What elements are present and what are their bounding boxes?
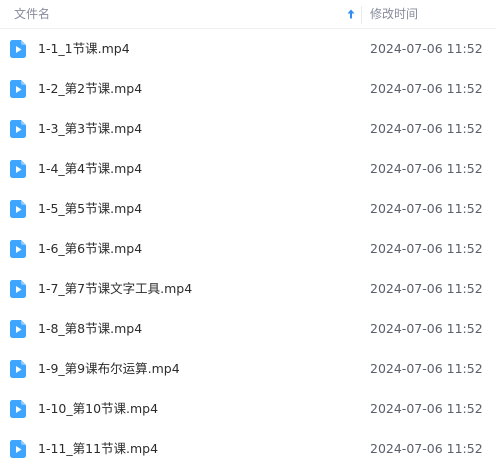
file-row[interactable]: 1-1_1节课.mp4 2024-07-06 11:52 [0, 29, 496, 69]
file-modified-time: 2024-07-06 11:52 [370, 361, 483, 376]
file-row[interactable]: 1-8_第8节课.mp4 2024-07-06 11:52 [0, 309, 496, 349]
file-modified-time: 2024-07-06 11:52 [370, 121, 483, 136]
file-list: 文件名 修改时间 1-1_1节课.mp4 2024-07-06 11:52 1-… [0, 0, 496, 468]
file-name[interactable]: 1-6_第6节课.mp4 [38, 229, 142, 269]
file-name[interactable]: 1-9_第9课布尔运算.mp4 [38, 349, 180, 389]
video-file-icon [10, 40, 27, 58]
file-row[interactable]: 1-6_第6节课.mp4 2024-07-06 11:52 [0, 229, 496, 269]
file-rows: 1-1_1节课.mp4 2024-07-06 11:52 1-2_第2节课.mp… [0, 29, 496, 468]
file-modified-time: 2024-07-06 11:52 [370, 241, 483, 256]
file-name[interactable]: 1-8_第8节课.mp4 [38, 309, 142, 349]
file-modified-time: 2024-07-06 11:52 [370, 41, 483, 56]
video-file-icon [10, 320, 27, 338]
file-name[interactable]: 1-4_第4节课.mp4 [38, 149, 142, 189]
file-row[interactable]: 1-9_第9课布尔运算.mp4 2024-07-06 11:52 [0, 349, 496, 389]
file-modified-time: 2024-07-06 11:52 [370, 401, 483, 416]
column-divider[interactable] [361, 6, 362, 24]
file-row[interactable]: 1-11_第11节课.mp4 2024-07-06 11:52 [0, 429, 496, 468]
column-header-name[interactable]: 文件名 [14, 0, 50, 29]
file-row[interactable]: 1-5_第5节课.mp4 2024-07-06 11:52 [0, 189, 496, 229]
list-header: 文件名 修改时间 [0, 0, 496, 29]
video-file-icon [10, 440, 27, 458]
arrow-up-icon[interactable] [345, 8, 357, 20]
video-file-icon [10, 360, 27, 378]
file-modified-time: 2024-07-06 11:52 [370, 321, 483, 336]
file-name[interactable]: 1-2_第2节课.mp4 [38, 69, 142, 109]
file-row[interactable]: 1-2_第2节课.mp4 2024-07-06 11:52 [0, 69, 496, 109]
file-name[interactable]: 1-11_第11节课.mp4 [38, 429, 158, 468]
file-name[interactable]: 1-3_第3节课.mp4 [38, 109, 142, 149]
file-modified-time: 2024-07-06 11:52 [370, 441, 483, 456]
video-file-icon [10, 280, 27, 298]
column-header-modified[interactable]: 修改时间 [370, 0, 418, 29]
video-file-icon [10, 400, 27, 418]
file-row[interactable]: 1-10_第10节课.mp4 2024-07-06 11:52 [0, 389, 496, 429]
file-row[interactable]: 1-3_第3节课.mp4 2024-07-06 11:52 [0, 109, 496, 149]
file-name[interactable]: 1-1_1节课.mp4 [38, 29, 130, 69]
file-name[interactable]: 1-10_第10节课.mp4 [38, 389, 158, 429]
video-file-icon [10, 120, 27, 138]
file-name[interactable]: 1-5_第5节课.mp4 [38, 189, 142, 229]
file-row[interactable]: 1-4_第4节课.mp4 2024-07-06 11:52 [0, 149, 496, 189]
file-modified-time: 2024-07-06 11:52 [370, 81, 483, 96]
video-file-icon [10, 80, 27, 98]
file-modified-time: 2024-07-06 11:52 [370, 161, 483, 176]
file-modified-time: 2024-07-06 11:52 [370, 281, 483, 296]
video-file-icon [10, 240, 27, 258]
video-file-icon [10, 160, 27, 178]
file-modified-time: 2024-07-06 11:52 [370, 201, 483, 216]
file-name[interactable]: 1-7_第7节课文字工具.mp4 [38, 269, 192, 309]
file-row[interactable]: 1-7_第7节课文字工具.mp4 2024-07-06 11:52 [0, 269, 496, 309]
video-file-icon [10, 200, 27, 218]
